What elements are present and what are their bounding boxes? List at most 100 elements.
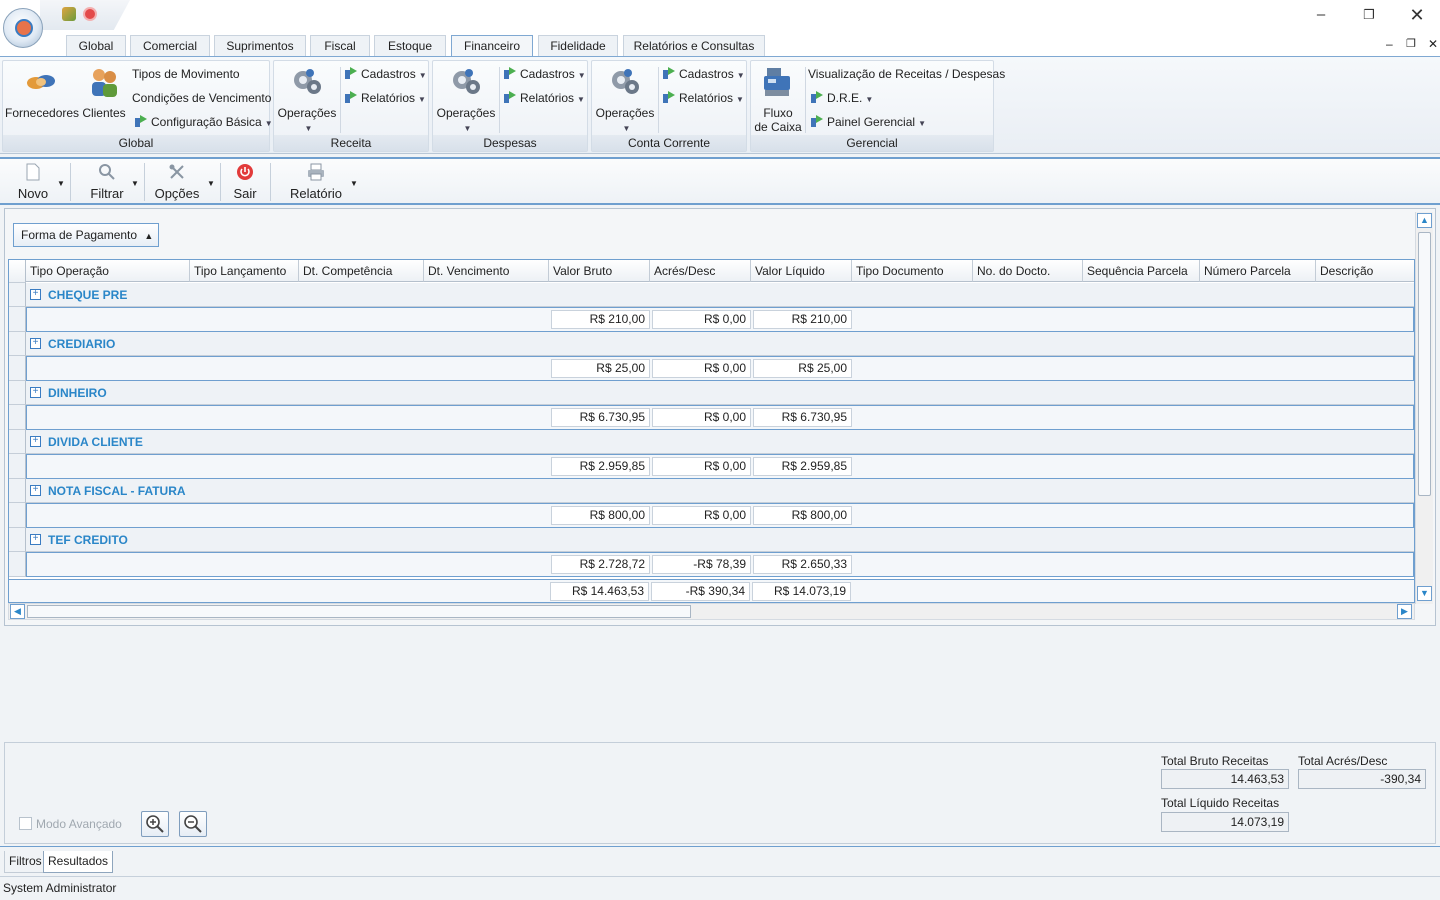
row-indicator [9,307,26,332]
novo-label: Novo [17,186,49,201]
despesas-operacoes-button[interactable]: Operações ▼ [435,65,497,136]
conta-corrente-cadastros-button[interactable]: Cadastros ▼ [662,65,745,83]
group-row[interactable]: + CREDIARIO [26,332,1414,356]
chevron-down-icon: ▼ [577,71,586,80]
despesas-relatorios-label: Relatórios [520,91,575,105]
scrollbar-thumb[interactable] [27,605,691,618]
scroll-up-icon[interactable]: ▲ [1417,213,1432,228]
header-row-indicator [9,260,26,283]
column-header-dt-competencia[interactable]: Dt. Competência [299,260,424,282]
sum-valor-bruto: R$ 2.959,85 [551,457,650,476]
filtrar-button[interactable]: Filtrar [86,163,128,201]
group-summary-row: R$ 2.728,72 -R$ 78,39 R$ 2.650,33 [26,552,1414,577]
tab-comercial[interactable]: Comercial [130,35,210,56]
receita-cadastros-button[interactable]: Cadastros ▼ [344,65,427,83]
column-header-sequencia-parcela[interactable]: Sequência Parcela [1083,260,1200,282]
column-header-no-docto[interactable]: No. do Docto. [973,260,1083,282]
group-row[interactable]: + CHEQUE PRE [26,283,1414,307]
group-label-despesas: Despesas [433,135,587,151]
tab-suprimentos[interactable]: Suprimentos [214,35,306,56]
expand-icon[interactable]: + [30,289,41,300]
zoom-in-button[interactable] [141,811,169,837]
tab-estoque[interactable]: Estoque [374,35,446,56]
relatorio-button[interactable]: Relatório [288,163,344,201]
row-indicator [9,283,26,307]
scroll-left-icon[interactable]: ◀ [10,604,25,619]
users-icon[interactable] [62,7,76,21]
filtrar-dropdown-icon[interactable]: ▼ [131,179,139,188]
tab-resultados[interactable]: Resultados [43,851,114,873]
fluxo-caixa-button[interactable]: Fluxo de Caixa [753,65,803,134]
column-header-dt-vencimento[interactable]: Dt. Vencimento [424,260,549,282]
application-menu-button[interactable] [3,8,43,48]
group-row[interactable]: + NOTA FISCAL - FATURA [26,479,1414,503]
group-name: CREDIARIO [48,337,116,351]
opcoes-button[interactable]: Opções [154,163,200,201]
tipos-movimento-button[interactable]: Tipos de Movimento [132,65,240,83]
column-header-tipo-lancamento[interactable]: Tipo Lançamento [190,260,299,282]
painel-gerencial-button[interactable]: Painel Gerencial ▼ [810,113,926,131]
group-row[interactable]: + DIVIDA CLIENTE [26,430,1414,454]
group-by-chip[interactable]: Forma de Pagamento ▲ [13,223,159,247]
scroll-down-icon[interactable]: ▼ [1417,586,1432,601]
condicoes-vencimento-button[interactable]: Condições de Vencimento [132,89,271,107]
tab-relatorios-consultas[interactable]: Relatórios e Consultas [623,35,765,56]
tab-global[interactable]: Global [66,35,126,56]
column-header-numero-parcela[interactable]: Número Parcela [1200,260,1316,282]
minimize-window-button[interactable]: – [1306,4,1336,26]
expand-icon[interactable]: + [30,338,41,349]
receita-operacoes-button[interactable]: Operações ▼ [276,65,338,136]
expand-icon[interactable]: + [30,387,41,398]
conta-corrente-cadastros-label: Cadastros [679,67,734,81]
dre-button[interactable]: D.R.E. ▼ [810,89,873,107]
mdi-close-button[interactable]: ✕ [1428,37,1438,51]
column-header-valor-liquido[interactable]: Valor Líquido [751,260,852,282]
sair-button[interactable]: Sair [230,163,260,201]
receita-relatorios-label: Relatórios [361,91,416,105]
despesas-relatorios-button[interactable]: Relatórios ▼ [503,89,585,107]
vertical-scrollbar[interactable]: ▲ ▼ [1415,212,1433,604]
modo-avancado-checkbox[interactable] [19,817,32,830]
tab-filtros[interactable]: Filtros [4,851,47,873]
tab-financeiro[interactable]: Financeiro [451,35,533,58]
restore-window-button[interactable]: ❐ [1354,4,1384,26]
column-header-tipo-documento[interactable]: Tipo Documento [852,260,973,282]
novo-button[interactable]: Novo [14,163,52,201]
expand-icon[interactable]: + [30,485,41,496]
relatorio-dropdown-icon[interactable]: ▼ [350,179,358,188]
novo-dropdown-icon[interactable]: ▼ [57,179,65,188]
tab-fidelidade[interactable]: Fidelidade [538,35,618,56]
configuracao-basica-button[interactable]: Configuração Básica ▼ [134,113,273,131]
column-header-descricao[interactable]: Descrição [1316,260,1414,282]
despesas-cadastros-button[interactable]: Cadastros ▼ [503,65,586,83]
column-header-tipo-operacao[interactable]: Tipo Operação [26,260,190,282]
horizontal-scrollbar[interactable]: ◀ ▶ [8,603,1415,620]
scroll-right-icon[interactable]: ▶ [1397,604,1412,619]
zoom-out-button[interactable] [179,811,207,837]
conta-corrente-operacoes-button[interactable]: Operações ▼ [594,65,656,136]
column-header-valor-bruto[interactable]: Valor Bruto [549,260,650,282]
expand-icon[interactable]: + [30,534,41,545]
total-liquido-field: 14.073,19 [1161,812,1289,832]
receita-relatorios-button[interactable]: Relatórios ▼ [344,89,426,107]
printer-icon [308,163,324,181]
group-row[interactable]: + TEF CREDITO [26,528,1414,552]
mdi-restore-button[interactable]: ❐ [1406,37,1416,50]
opcoes-dropdown-icon[interactable]: ▼ [207,179,215,188]
column-header-acres-desc[interactable]: Acrés/Desc [650,260,751,282]
group-row[interactable]: + DINHEIRO [26,381,1414,405]
close-window-button[interactable]: ✕ [1402,4,1432,26]
arrow-green-icon [663,67,675,79]
tab-fiscal[interactable]: Fiscal [310,35,370,56]
group-label-global: Global [3,135,269,151]
mdi-minimize-button[interactable]: – [1386,37,1393,51]
fornecedores-button[interactable]: Fornecedores [5,65,79,120]
sum-acres-desc: R$ 0,00 [652,408,751,427]
visualizacao-receitas-despesas-button[interactable]: Visualização de Receitas / Despesas [808,65,1005,83]
conta-corrente-relatorios-button[interactable]: Relatórios ▼ [662,89,744,107]
total-valor-liquido: R$ 14.073,19 [752,582,851,601]
clientes-button[interactable]: Clientes [81,65,127,120]
expand-icon[interactable]: + [30,436,41,447]
close-red-icon[interactable] [83,7,97,21]
scrollbar-thumb[interactable] [1418,232,1431,496]
